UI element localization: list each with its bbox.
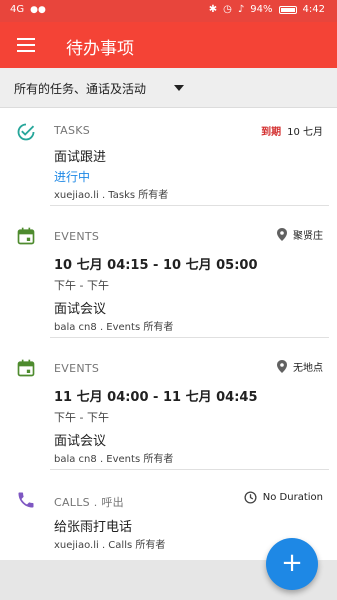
location-text: 无地点 (293, 363, 323, 374)
due-date: 到期 10 七月 (261, 123, 323, 138)
event-location: 聚贤庄 (277, 227, 323, 242)
item-title: 面试会议 (54, 434, 107, 449)
page-title: 待办事项 (66, 39, 134, 59)
due-date-value: 10 七月 (287, 127, 323, 138)
event-time-range: 11 七月 04:00 - 11 七月 04:45 (54, 390, 258, 405)
item-owner: bala cn8 . Events 所有者 (54, 454, 174, 465)
item-title: 给张雨打电话 (54, 520, 133, 535)
filter-selected-value: 所有的任务、通话及活动 (14, 82, 147, 96)
due-label: 到期 (261, 127, 282, 138)
calendar-icon (17, 227, 35, 245)
calendar-icon (17, 359, 35, 377)
item-type-label: TASKS (54, 124, 91, 137)
item-type-label: CALLS . 呼出 (54, 496, 124, 509)
bluetooth-icon: ✱ (208, 4, 218, 15)
item-type-label: EVENTS (54, 230, 100, 243)
item-owner: xuejiao.li . Calls 所有者 (54, 540, 166, 551)
phone-icon (18, 492, 34, 508)
activity-list: TASKS 到期 10 七月 面试跟进 进行中 xuejiao.li . Tas… (0, 108, 337, 560)
mute-icon: ♪ (237, 4, 245, 15)
battery-percent: 94% (250, 4, 273, 15)
status-bar: 4G ●● ✱ ◷ ♪ 94% 4:42 (0, 0, 337, 22)
event-time-range: 10 七月 04:15 - 10 七月 05:00 (54, 258, 258, 273)
call-duration: No Duration (244, 491, 323, 504)
alarm-icon: ◷ (223, 4, 232, 15)
event-ampm: 下午 - 下午 (54, 411, 109, 424)
dropdown-caret-icon (174, 85, 184, 91)
add-button[interactable]: + (266, 538, 318, 590)
list-item-event[interactable]: EVENTS 无地点 11 七月 04:00 - 11 七月 04:45 下午 … (0, 338, 337, 470)
list-item-event[interactable]: EVENTS 聚贤庄 10 七月 04:15 - 10 七月 05:00 下午 … (0, 206, 337, 338)
wechat-notification-icon: ●● (30, 4, 46, 15)
clock-icon (244, 491, 257, 504)
item-type-label: EVENTS (54, 362, 100, 375)
network-indicator: 4G (10, 4, 25, 15)
location-text: 聚贤庄 (293, 231, 323, 242)
location-pin-icon (277, 360, 287, 373)
item-title: 面试会议 (54, 302, 107, 317)
duration-text: No Duration (262, 492, 323, 503)
location-pin-icon (277, 228, 287, 241)
task-check-icon (17, 123, 35, 141)
battery-icon (278, 5, 297, 14)
app-bar: 待办事项 (0, 22, 337, 68)
filter-dropdown[interactable]: 所有的任务、通话及活动 (0, 68, 337, 108)
status-badge: 进行中 (54, 170, 91, 184)
menu-icon[interactable] (14, 34, 38, 56)
event-location: 无地点 (277, 359, 323, 374)
event-ampm: 下午 - 下午 (54, 279, 109, 292)
item-owner: xuejiao.li . Tasks 所有者 (54, 190, 169, 201)
clock: 4:42 (302, 4, 325, 15)
item-title: 面试跟进 (54, 150, 107, 165)
item-owner: bala cn8 . Events 所有者 (54, 322, 174, 333)
list-item-task[interactable]: TASKS 到期 10 七月 面试跟进 进行中 xuejiao.li . Tas… (0, 108, 337, 206)
